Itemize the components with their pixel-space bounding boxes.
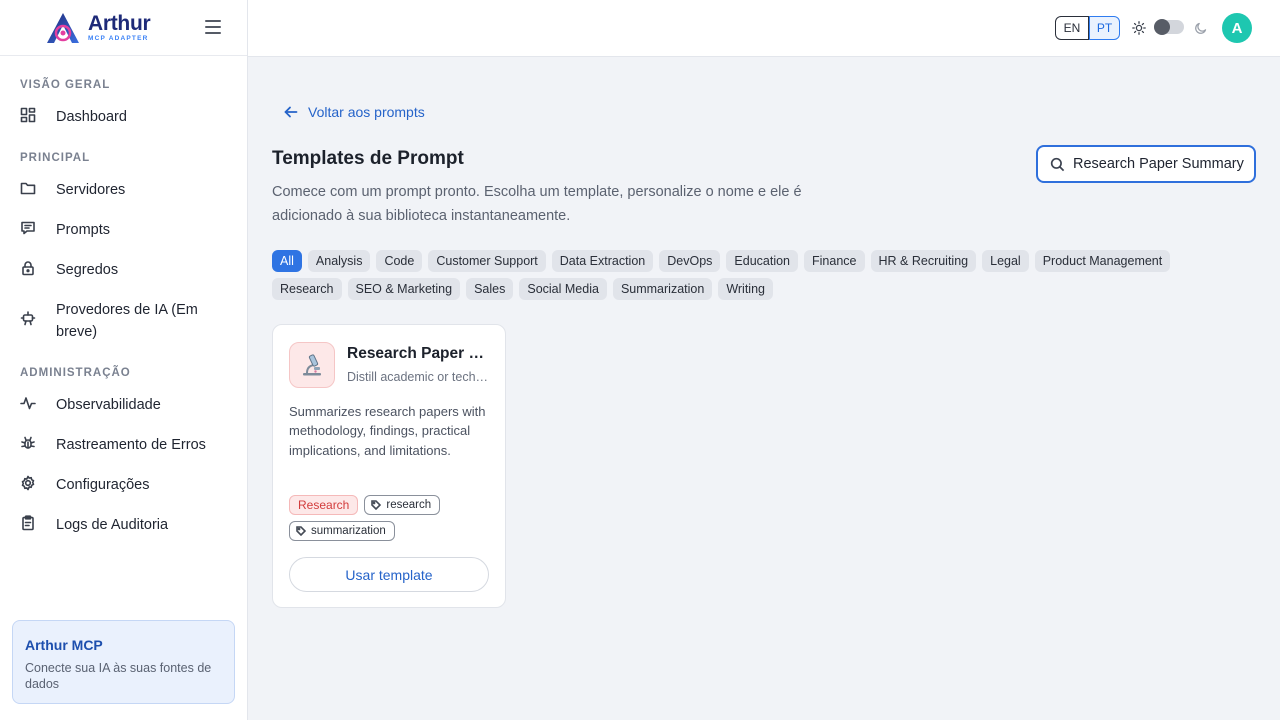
card-tags: Research research summarization — [289, 495, 489, 541]
promo-card: Arthur MCP Conecte sua IA às suas fontes… — [12, 620, 235, 704]
filter-chip-education[interactable]: Education — [726, 250, 799, 272]
sidebar-item-label: Rastreamento de Erros — [56, 437, 206, 453]
filter-chip-summarization[interactable]: Summarization — [612, 278, 713, 300]
language-en-button[interactable]: EN — [1055, 16, 1089, 40]
sidebar-item-servers[interactable]: Servidores — [20, 179, 230, 201]
robot-icon — [20, 310, 36, 326]
filter-chip-hr-recruiting[interactable]: HR & Recruiting — [870, 250, 977, 272]
category-badge: Research — [289, 495, 359, 515]
sidebar-item-error-tracking[interactable]: Rastreamento de Erros — [20, 434, 230, 456]
search-input[interactable] — [1073, 156, 1248, 172]
filter-chip-seo-marketing[interactable]: SEO & Marketing — [347, 278, 461, 300]
search-box[interactable] — [1036, 145, 1256, 183]
filter-chip-customer-support[interactable]: Customer Support — [428, 250, 546, 272]
message-icon — [20, 220, 36, 236]
nav-section-main: PRINCIPAL — [20, 152, 91, 164]
gear-icon — [20, 475, 36, 491]
promo-title: Arthur MCP — [25, 637, 103, 653]
sidebar-item-settings[interactable]: Configurações — [20, 474, 230, 496]
sidebar-item-label: Prompts — [56, 222, 110, 238]
tag-icon — [296, 526, 306, 536]
back-to-prompts-link[interactable]: Voltar aos prompts — [284, 104, 425, 120]
tag-summarization: summarization — [289, 521, 395, 541]
sidebar-item-prompts[interactable]: Prompts — [20, 219, 230, 241]
arrow-left-icon — [284, 106, 298, 118]
tag-label: research — [386, 499, 432, 511]
filter-chip-writing[interactable]: Writing — [718, 278, 773, 300]
bug-icon — [20, 435, 36, 451]
topbar: EN PT A — [248, 0, 1280, 57]
theme-toggle[interactable] — [1154, 19, 1184, 35]
sidebar-item-dashboard[interactable]: Dashboard — [20, 106, 230, 128]
filter-chip-sales[interactable]: Sales — [466, 278, 514, 300]
page-description: Comece com um prompt pronto. Escolha um … — [272, 184, 802, 224]
clipboard-icon — [20, 515, 36, 531]
filter-chip-code[interactable]: Code — [376, 250, 423, 272]
brand-name: Arthur — [88, 11, 151, 35]
moon-icon — [1195, 22, 1207, 34]
dashboard-icon — [20, 107, 36, 123]
page-title: Templates de Prompt — [272, 148, 464, 169]
sidebar: Arthur MCP ADAPTER VISÃO GERAL Dashboard… — [0, 0, 248, 720]
sidebar-item-audit-logs[interactable]: Logs de Auditoria — [20, 514, 230, 536]
filter-chip-research[interactable]: Research — [272, 278, 342, 300]
sidebar-item-label: Provedores de IA (Em breve) — [56, 302, 198, 340]
menu-toggle-icon[interactable] — [205, 20, 221, 34]
avatar[interactable]: A — [1222, 13, 1252, 43]
sun-icon — [1132, 21, 1146, 35]
brand-subtitle: MCP ADAPTER — [88, 34, 149, 42]
theme-toggle-knob — [1154, 19, 1170, 35]
sidebar-item-label: Observabilidade — [56, 397, 161, 413]
sidebar-item-label: Segredos — [56, 262, 119, 278]
filter-chip-product-management[interactable]: Product Management — [1034, 250, 1171, 272]
sidebar-item-observability[interactable]: Observabilidade — [20, 394, 230, 416]
language-pt-button[interactable]: PT — [1089, 16, 1120, 40]
nav-section-overview: VISÃO GERAL — [20, 79, 111, 91]
tag-label: summarization — [311, 525, 386, 537]
sidebar-item-label: Servidores — [56, 182, 126, 198]
filter-chip-legal[interactable]: Legal — [982, 250, 1029, 272]
card-description: Summarizes research papers with methodol… — [289, 404, 486, 458]
filter-chip-devops[interactable]: DevOps — [659, 250, 721, 272]
folder-icon — [20, 180, 36, 196]
brand[interactable]: Arthur MCP ADAPTER — [0, 0, 247, 56]
activity-icon — [20, 395, 36, 411]
card-title: Research Paper Summary — [347, 345, 493, 362]
filter-chip-all[interactable]: All — [272, 250, 302, 272]
nav-section-admin: ADMINISTRAÇÃO — [20, 367, 131, 379]
lock-icon — [20, 260, 36, 276]
microscope-icon — [289, 342, 335, 388]
tag-research: research — [364, 495, 441, 515]
tag-icon — [371, 500, 382, 510]
back-label: Voltar aos prompts — [308, 104, 425, 120]
filter-chip-data-extraction[interactable]: Data Extraction — [551, 250, 654, 272]
sidebar-item-label: Logs de Auditoria — [56, 517, 169, 533]
filter-chip-social-media[interactable]: Social Media — [519, 278, 607, 300]
sidebar-item-label: Dashboard — [56, 109, 127, 125]
promo-description: Conecte sua IA às suas fontes de dados — [25, 661, 212, 691]
template-card: Research Paper Summary Distill academic … — [272, 324, 506, 608]
category-filters: All Analysis Code Customer Support Data … — [272, 250, 1202, 300]
arthur-logo-icon — [47, 12, 79, 43]
sidebar-item-label: Configurações — [56, 477, 150, 493]
card-subtitle: Distill academic or technical papers — [347, 370, 493, 384]
sidebar-item-secrets[interactable]: Segredos — [20, 259, 230, 281]
filter-chip-analysis[interactable]: Analysis — [307, 250, 371, 272]
use-template-button[interactable]: Usar template — [289, 557, 489, 592]
search-icon — [1050, 157, 1065, 171]
sidebar-item-ai-providers[interactable]: Provedores de IA (Em breve) — [20, 299, 230, 343]
filter-chip-finance[interactable]: Finance — [804, 250, 865, 272]
